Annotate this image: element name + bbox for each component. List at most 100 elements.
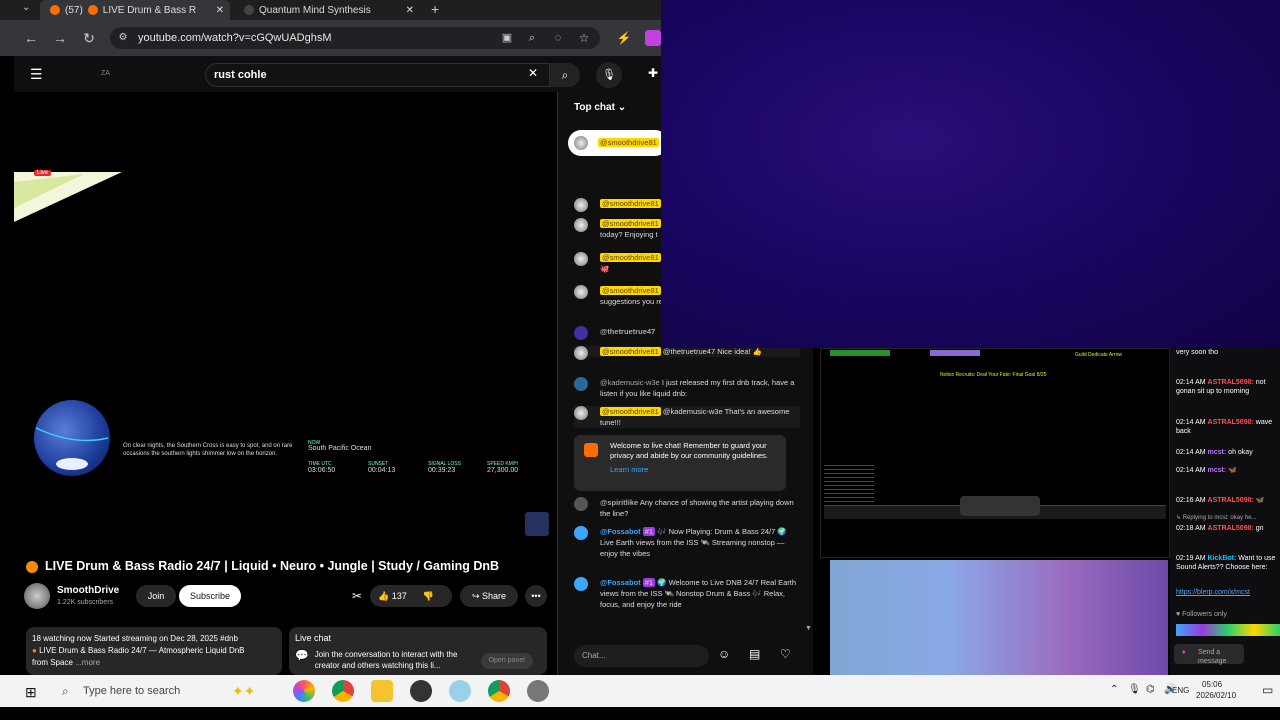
join-button[interactable]: Join xyxy=(136,585,176,607)
chrome-icon[interactable] xyxy=(332,680,354,702)
emoji-picker-icon[interactable]: ☺ xyxy=(718,647,730,661)
live-chat-text: Join the conversation to interact with t… xyxy=(314,650,458,670)
search-button[interactable]: ⌕ xyxy=(550,63,580,87)
system-tray: ⌃ 🎙 ⌬ 🔊 ENG 05:06 2026/02/10 ▭ xyxy=(1110,680,1280,702)
new-tab-icon[interactable]: + xyxy=(431,1,439,17)
copilot-icon[interactable] xyxy=(293,680,315,702)
sparkle-icon[interactable]: ✦✦ xyxy=(232,683,255,700)
search-icon: ⌕ xyxy=(561,68,569,82)
top-chat-dropdown[interactable]: Top chat ⌄ xyxy=(574,102,626,113)
channel-name[interactable]: SmoothDrive xyxy=(57,585,119,596)
scroll-down-icon[interactable]: ▼ xyxy=(805,625,812,632)
clip-icon[interactable]: ✂ xyxy=(352,589,362,603)
channel-watermark-icon[interactable] xyxy=(525,512,549,536)
thumbs-down-icon[interactable]: 👎 xyxy=(423,591,434,601)
snipping-tool-icon[interactable] xyxy=(449,680,471,702)
blerp-link[interactable]: https://blerp.com/x/mcst xyxy=(1176,588,1280,597)
channel-avatar[interactable] xyxy=(24,583,50,609)
game-status-text: Notice Recruits: Deal Your Fate: Final G… xyxy=(940,372,1047,378)
tab-close-icon[interactable]: ✕ xyxy=(216,5,224,16)
game-stream-pane[interactable] xyxy=(820,348,1170,558)
chat-message: @Fossabot #1 🌍 Welcome to Live DNB 24/7 … xyxy=(574,577,800,610)
video-caption: On clear nights, the Southern Cross is e… xyxy=(123,443,293,457)
butterfly-emote-icon: 🦋 xyxy=(1228,467,1237,474)
description-more-link[interactable]: ...more xyxy=(75,658,100,667)
share-label: Share xyxy=(482,591,507,601)
extension-icon[interactable]: ⚡ xyxy=(613,27,635,49)
chrome-profile-icon[interactable] xyxy=(488,680,510,702)
share-button[interactable]: ↪ Share xyxy=(460,585,518,607)
chat-avatar xyxy=(574,218,588,232)
welcome-notice: Welcome to live chat! Remember to guard … xyxy=(574,435,786,491)
reload-icon[interactable]: ↻ xyxy=(78,27,100,49)
obs-icon[interactable] xyxy=(410,680,432,702)
stream-video-pane[interactable] xyxy=(661,0,1280,348)
live-badge: Live xyxy=(34,170,52,176)
back-icon[interactable]: ← xyxy=(20,27,42,49)
pinned-message[interactable]: @smoothdrive81 xyxy=(568,130,668,156)
clear-search-icon[interactable]: ✕ xyxy=(528,66,538,80)
subscribe-button[interactable]: Subscribe xyxy=(179,585,241,607)
chat-bits-icon[interactable]: ♦ xyxy=(1182,648,1192,657)
chat-avatar xyxy=(574,252,588,266)
tray-chevron-icon[interactable]: ⌃ xyxy=(1110,684,1118,695)
app-icon[interactable] xyxy=(527,680,549,702)
live-chat-collapsed-panel: Live chat 💬 Join the conversation to int… xyxy=(289,627,547,675)
chevron-down-icon: ⌄ xyxy=(617,102,627,113)
youtube-logo[interactable]: ZA xyxy=(101,70,110,77)
open-panel-button[interactable]: Open panel xyxy=(480,653,533,669)
tab-live-drum-bass[interactable]: (57) LIVE Drum & Bass R ✕ xyxy=(40,0,230,20)
twitch-message: 02:14 AM ASTRAL5090: not gonan sit up to… xyxy=(1176,379,1266,395)
chat-avatar xyxy=(574,326,588,340)
game-side-text: Guild Dedicate Arrow xyxy=(1075,352,1122,358)
mana-bar xyxy=(930,350,980,356)
site-info-icon[interactable]: ⚙ xyxy=(112,27,134,49)
super-chat-icon[interactable]: ▤ xyxy=(749,647,760,661)
forward-icon[interactable]: → xyxy=(49,27,71,49)
learn-more-link[interactable]: Learn more xyxy=(610,465,648,475)
heart-icon[interactable]: ♡ xyxy=(780,647,791,661)
zoom-icon[interactable]: ⌕ xyxy=(521,27,543,49)
menu-icon[interactable]: ☰ xyxy=(30,66,43,83)
chat-input[interactable]: Chat... xyxy=(574,645,709,667)
create-icon[interactable]: ✚ xyxy=(648,66,658,80)
solar-panel-graphic xyxy=(14,172,122,222)
chat-message: @Fossabot #1 🎶 Now Playing: Drum & Bass … xyxy=(574,526,800,559)
tab-close-icon[interactable]: ✕ xyxy=(406,5,414,16)
file-explorer-icon[interactable] xyxy=(371,680,393,702)
more-actions-icon[interactable]: ••• xyxy=(525,585,547,607)
chat-message: @spiritlike Any chance of showing the ar… xyxy=(574,497,800,519)
like-button[interactable]: 👍 137 👎 xyxy=(370,585,452,607)
thumbs-up-icon: 👍 xyxy=(378,591,390,601)
game-action-wheel xyxy=(960,496,1040,516)
network-icon[interactable]: ⌬ xyxy=(1146,684,1155,695)
iss-location: South Pacific Ocean xyxy=(308,445,372,452)
twitch-message: very soon tho xyxy=(1176,349,1219,356)
sunset-value: 00:04:13 xyxy=(368,467,396,474)
windows-start-icon[interactable]: ⊞ xyxy=(25,684,37,701)
welcome-text: Welcome to live chat! Remember to guard … xyxy=(610,441,769,460)
signal-loss-value: 00:39:23 xyxy=(428,467,456,474)
bookmark-star-icon[interactable]: ☆ xyxy=(573,27,595,49)
microphone-icon[interactable]: 🎙 xyxy=(1128,684,1141,695)
clock-time[interactable]: 05:06 xyxy=(1202,680,1222,689)
tab-title: Quantum Mind Synthesis xyxy=(259,4,371,16)
emote-bar[interactable] xyxy=(1176,624,1280,636)
video-player[interactable] xyxy=(14,92,557,550)
webcam-pane[interactable] xyxy=(830,560,1168,675)
extension-profile-icon[interactable] xyxy=(645,30,661,46)
live-favicon-icon xyxy=(87,5,98,15)
language-indicator[interactable]: ENG xyxy=(1172,686,1189,695)
tab-quantum-mind[interactable]: Quantum Mind Synthesis ✕ xyxy=(240,0,420,20)
hide-icon[interactable]: ◌ xyxy=(547,27,569,49)
live-dot-icon xyxy=(26,561,38,573)
description-box[interactable]: 18 watching now Started streaming on Dec… xyxy=(26,627,282,675)
search-input[interactable]: rust cohle xyxy=(205,63,550,87)
chat-avatar xyxy=(574,497,588,511)
clock-date[interactable]: 2026/02/10 xyxy=(1196,691,1236,700)
tab-search-icon[interactable]: ⌄ xyxy=(22,2,30,13)
cast-icon[interactable]: ▣ xyxy=(496,27,518,49)
notifications-icon[interactable]: ▭ xyxy=(1262,683,1273,697)
chat-bubble-icon: 💬 xyxy=(295,650,309,662)
voice-search-icon[interactable]: 🎙 xyxy=(596,62,622,88)
